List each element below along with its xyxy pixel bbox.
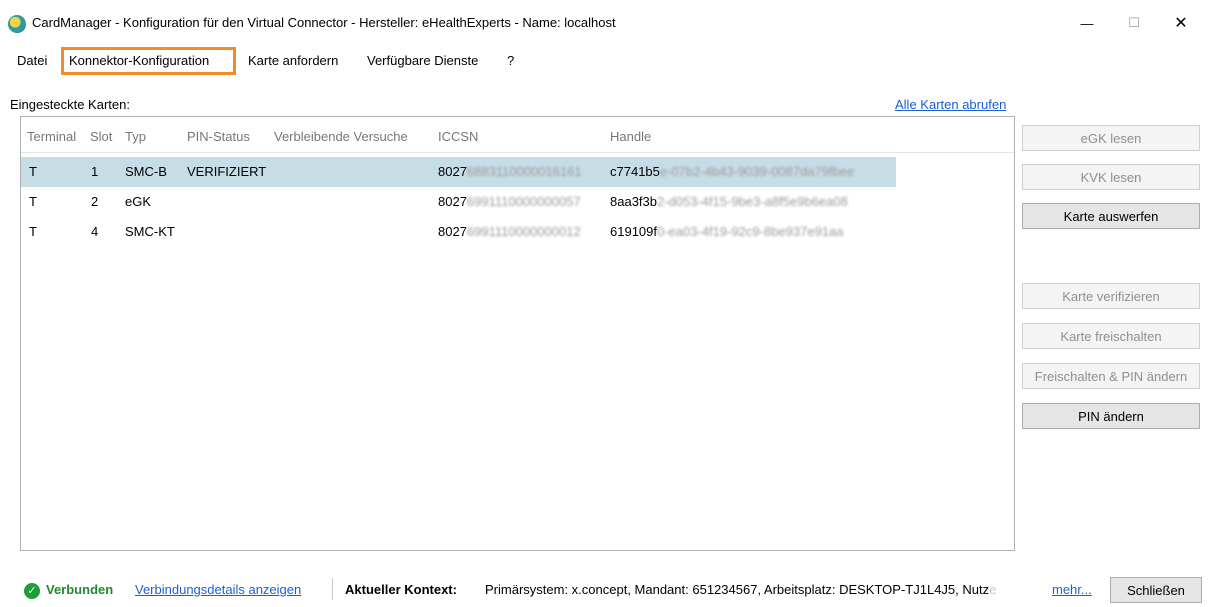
menu-verfuegbare-dienste[interactable]: Verfügbare Dienste <box>367 53 478 68</box>
cell-terminal: T <box>29 194 37 209</box>
eject-card-button[interactable]: Karte auswerfen <box>1022 203 1200 229</box>
close-button[interactable]: Schließen <box>1110 577 1202 603</box>
cell-handle: c7741b5e-07b2-4b43-9039-0087da79fbee <box>610 164 855 179</box>
app-logo-icon <box>8 15 26 33</box>
table-row[interactable]: T 1 SMC-B VERIFIZIERT 802768831100000161… <box>21 157 896 187</box>
cell-handle: 8aa3f3b2-d053-4f15-9be3-a8f5e9b6ea08 <box>610 194 848 209</box>
cell-slot: 4 <box>91 224 99 239</box>
change-pin-button[interactable]: PIN ändern <box>1022 403 1200 429</box>
cell-pin-status: VERIFIZIERT <box>187 164 267 179</box>
unlock-card-button[interactable]: Karte freischalten <box>1022 323 1200 349</box>
fetch-all-cards-link[interactable]: Alle Karten abrufen <box>895 97 1006 112</box>
cell-terminal: T <box>29 164 37 179</box>
maximize-button[interactable]: ☐ <box>1111 0 1157 46</box>
col-verbleibende-versuche[interactable]: Verbleibende Versuche <box>274 129 408 144</box>
col-slot[interactable]: Slot <box>90 129 112 144</box>
cell-terminal: T <box>29 224 37 239</box>
cell-slot: 1 <box>91 164 99 179</box>
cell-slot: 2 <box>91 194 99 209</box>
read-egk-button[interactable]: eGK lesen <box>1022 125 1200 151</box>
check-icon: ✓ <box>24 583 40 599</box>
col-iccsn[interactable]: ICCSN <box>438 129 478 144</box>
more-link[interactable]: mehr... <box>1052 582 1092 597</box>
read-kvk-button[interactable]: KVK lesen <box>1022 164 1200 190</box>
table-header: Terminal Slot Typ PIN-Status Verbleibend… <box>21 117 1014 153</box>
verify-card-button[interactable]: Karte verifizieren <box>1022 283 1200 309</box>
menu-karte-anfordern[interactable]: Karte anfordern <box>248 53 338 68</box>
menu-datei[interactable]: Datei <box>17 53 47 68</box>
cell-handle: 619109f0-ea03-4f19-92c9-8be937e91aa <box>610 224 844 239</box>
title-bar: CardManager - Konfiguration für den Virt… <box>0 0 1212 46</box>
context-label: Aktueller Kontext: <box>345 582 457 597</box>
cell-iccsn: 80276883110000016161 <box>438 164 582 179</box>
menu-bar: Datei Konnektor-Konfiguration Karte anfo… <box>0 46 1212 76</box>
col-handle[interactable]: Handle <box>610 129 651 144</box>
table-row[interactable]: T 2 eGK 80276991110000000057 8aa3f3b2-d0… <box>21 187 896 217</box>
col-pin-status[interactable]: PIN-Status <box>187 129 250 144</box>
menu-konnektor-konfiguration[interactable]: Konnektor-Konfiguration <box>69 53 209 68</box>
close-window-button[interactable]: ✕ <box>1158 0 1204 46</box>
col-terminal[interactable]: Terminal <box>27 129 76 144</box>
cell-type: eGK <box>125 194 152 209</box>
connected-status: Verbunden <box>46 582 114 597</box>
cell-type: SMC-KT <box>125 224 175 239</box>
context-value: Primärsystem: x.concept, Mandant: 651234… <box>485 582 997 597</box>
cell-iccsn: 80276991110000000057 <box>438 194 581 209</box>
menu-help[interactable]: ? <box>507 53 514 68</box>
cell-type: SMC-B <box>125 164 167 179</box>
inserted-cards-label: Eingesteckte Karten: <box>10 97 130 112</box>
connection-details-link[interactable]: Verbindungsdetails anzeigen <box>135 582 301 597</box>
status-separator <box>332 578 333 600</box>
cards-list[interactable]: Terminal Slot Typ PIN-Status Verbleibend… <box>20 116 1015 551</box>
col-typ[interactable]: Typ <box>125 129 146 144</box>
window-title: CardManager - Konfiguration für den Virt… <box>32 15 616 30</box>
minimize-button[interactable]: — <box>1064 0 1110 46</box>
table-row[interactable]: T 4 SMC-KT 80276991110000000012 619109f0… <box>21 217 896 247</box>
unlock-change-pin-button[interactable]: Freischalten & PIN ändern <box>1022 363 1200 389</box>
cell-iccsn: 80276991110000000012 <box>438 224 581 239</box>
